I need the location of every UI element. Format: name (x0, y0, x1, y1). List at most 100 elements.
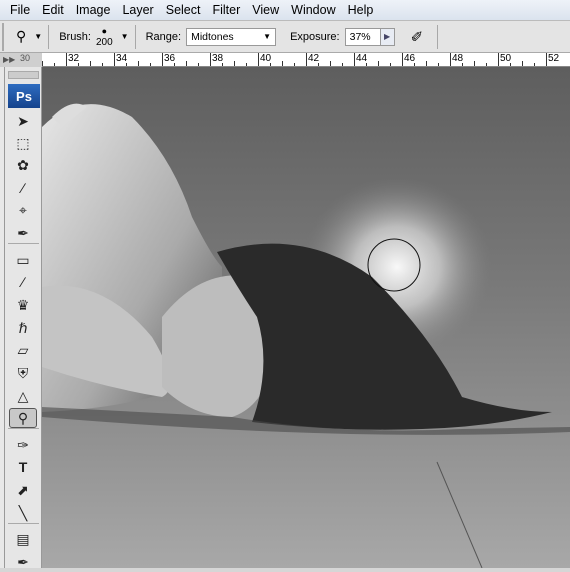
ruler-label: 42 (308, 53, 320, 64)
menu-select[interactable]: Select (160, 3, 207, 17)
exposure-input[interactable]: 37% (344, 27, 381, 46)
brush-icon: ∕ (21, 274, 25, 290)
blur-tool-button[interactable]: △ (9, 386, 37, 406)
burn-tool-icon: ⚲ (16, 28, 27, 44)
ruler-tick (534, 63, 535, 66)
paint-bucket-tool-button[interactable]: ⛨ (9, 363, 37, 383)
ruler-tick (90, 61, 91, 66)
eyedropper-tool-button[interactable]: ✒ (9, 223, 37, 243)
move-tool-button[interactable]: ➤ (9, 111, 37, 131)
ruler-tick (354, 53, 355, 66)
ruler-tick (330, 61, 331, 66)
blur-icon: △ (17, 387, 29, 404)
eraser-icon: ▱ (17, 341, 29, 358)
menu-image[interactable]: Image (70, 3, 117, 17)
ruler-tick (426, 61, 427, 66)
pen-tool-button[interactable]: ✑ (9, 435, 37, 455)
exposure-slider-button[interactable]: ▶ (380, 27, 395, 46)
menu-file[interactable]: File (4, 3, 36, 17)
ruler-tick (150, 63, 151, 66)
path-selection-tool-button[interactable]: ⬈ (9, 480, 37, 500)
chevron-down-icon: ▼ (34, 32, 43, 41)
brush-dot-icon: ● (101, 25, 108, 36)
ruler-label: 36 (164, 53, 176, 64)
ruler-tick (438, 63, 439, 66)
menu-window[interactable]: Window (285, 3, 341, 17)
ruler-tick (162, 53, 163, 66)
clone-stamp-icon: ♛ (16, 296, 30, 313)
notes-tool-button[interactable]: ▤ (9, 529, 37, 549)
divider (48, 24, 50, 49)
airbrush-icon[interactable]: ✐ (411, 28, 424, 46)
image-canvas[interactable] (42, 67, 570, 568)
ruler-tick (282, 61, 283, 66)
range-value: Midtones (191, 30, 234, 43)
ruler-tick (342, 63, 343, 66)
menu-edit[interactable]: Edit (36, 3, 70, 17)
toolbox-grip[interactable] (8, 71, 39, 79)
ruler-tick (102, 63, 103, 66)
line-tool-button[interactable]: ╲ (9, 503, 37, 523)
crop-tool-button[interactable]: ⌖ (9, 200, 37, 220)
type-tool-button[interactable]: T (9, 457, 37, 477)
ruler-tick (402, 53, 403, 66)
quick-selection-tool-button[interactable]: ∕ (9, 178, 37, 198)
brush-picker[interactable]: ● 200 ▼ (96, 26, 129, 48)
ruler-label: 30 (20, 53, 31, 63)
ruler-tick (378, 61, 379, 66)
path-selection-icon: ⬈ (17, 481, 29, 498)
eraser-tool-button[interactable]: ▱ (9, 340, 37, 360)
move-icon: ➤ (17, 112, 29, 129)
toolbox-divider (8, 243, 39, 244)
burn-tool-button[interactable]: ⚲ (9, 408, 37, 428)
ruler-tick (186, 61, 187, 66)
menu-help[interactable]: Help (342, 3, 380, 17)
horizontal-ruler[interactable]: 32 34 36 38 40 42 44 46 48 50 52 (42, 53, 570, 67)
ruler-label: 48 (452, 53, 464, 64)
ruler-tick (234, 61, 235, 66)
menu-layer[interactable]: Layer (116, 3, 159, 17)
ruler-tick (474, 61, 475, 66)
photo (42, 103, 570, 568)
menu-filter[interactable]: Filter (206, 3, 246, 17)
history-brush-tool-button[interactable]: ℏ (9, 318, 37, 338)
menu-view[interactable]: View (246, 3, 285, 17)
exposure-label: Exposure: (290, 30, 340, 43)
ruler-tick (522, 61, 523, 66)
ps-logo[interactable]: Ps (8, 84, 40, 108)
ruler-label: 52 (548, 53, 560, 64)
ruler-tick (210, 53, 211, 66)
ruler-label: 34 (116, 53, 128, 64)
lasso-tool-button[interactable]: ✿ (9, 155, 37, 175)
eyedropper-3d-tool-button[interactable]: ✒ (9, 552, 37, 572)
chevron-down-icon: ▼ (120, 32, 129, 41)
brush-size: 200 (95, 36, 113, 48)
ruler-tick (138, 61, 139, 66)
brush-tool-button[interactable]: ∕ (9, 272, 37, 292)
ruler-tick (66, 53, 67, 66)
notes-icon: ▤ (16, 530, 30, 547)
range-select[interactable]: Midtones ▼ (186, 27, 277, 46)
ruler-label: 44 (356, 53, 368, 64)
clone-stamp-tool-button[interactable]: ♛ (9, 295, 37, 315)
ruler-tick (42, 61, 43, 66)
ruler-tick (54, 63, 55, 66)
chevron-down-icon: ▼ (263, 32, 272, 41)
expand-icon[interactable]: ▶▶ (3, 55, 15, 64)
grip-handle[interactable] (2, 22, 8, 51)
ruler-tick (498, 53, 499, 66)
marquee-tool-button[interactable]: ⬚ (9, 133, 37, 153)
ruler-tick (390, 63, 391, 66)
ruler-tick (450, 53, 451, 66)
tool-preset-picker[interactable]: ⚲ ▼ (16, 28, 42, 45)
healing-brush-tool-button[interactable]: ▭ (9, 250, 37, 270)
toolbox-divider (8, 523, 39, 524)
options-bar: ⚲ ▼ Brush: ● 200 ▼ Range: Midtones ▼ Exp… (0, 20, 570, 53)
ruler-corner: ▶▶ 30 (0, 53, 42, 67)
pen-icon: ✑ (17, 436, 29, 453)
range-label: Range: (145, 30, 182, 43)
lasso-icon: ✿ (17, 156, 29, 173)
paint-bucket-icon: ⛨ (17, 364, 29, 381)
quick-selection-icon: ∕ (21, 180, 25, 196)
ruler-tick (114, 53, 115, 66)
